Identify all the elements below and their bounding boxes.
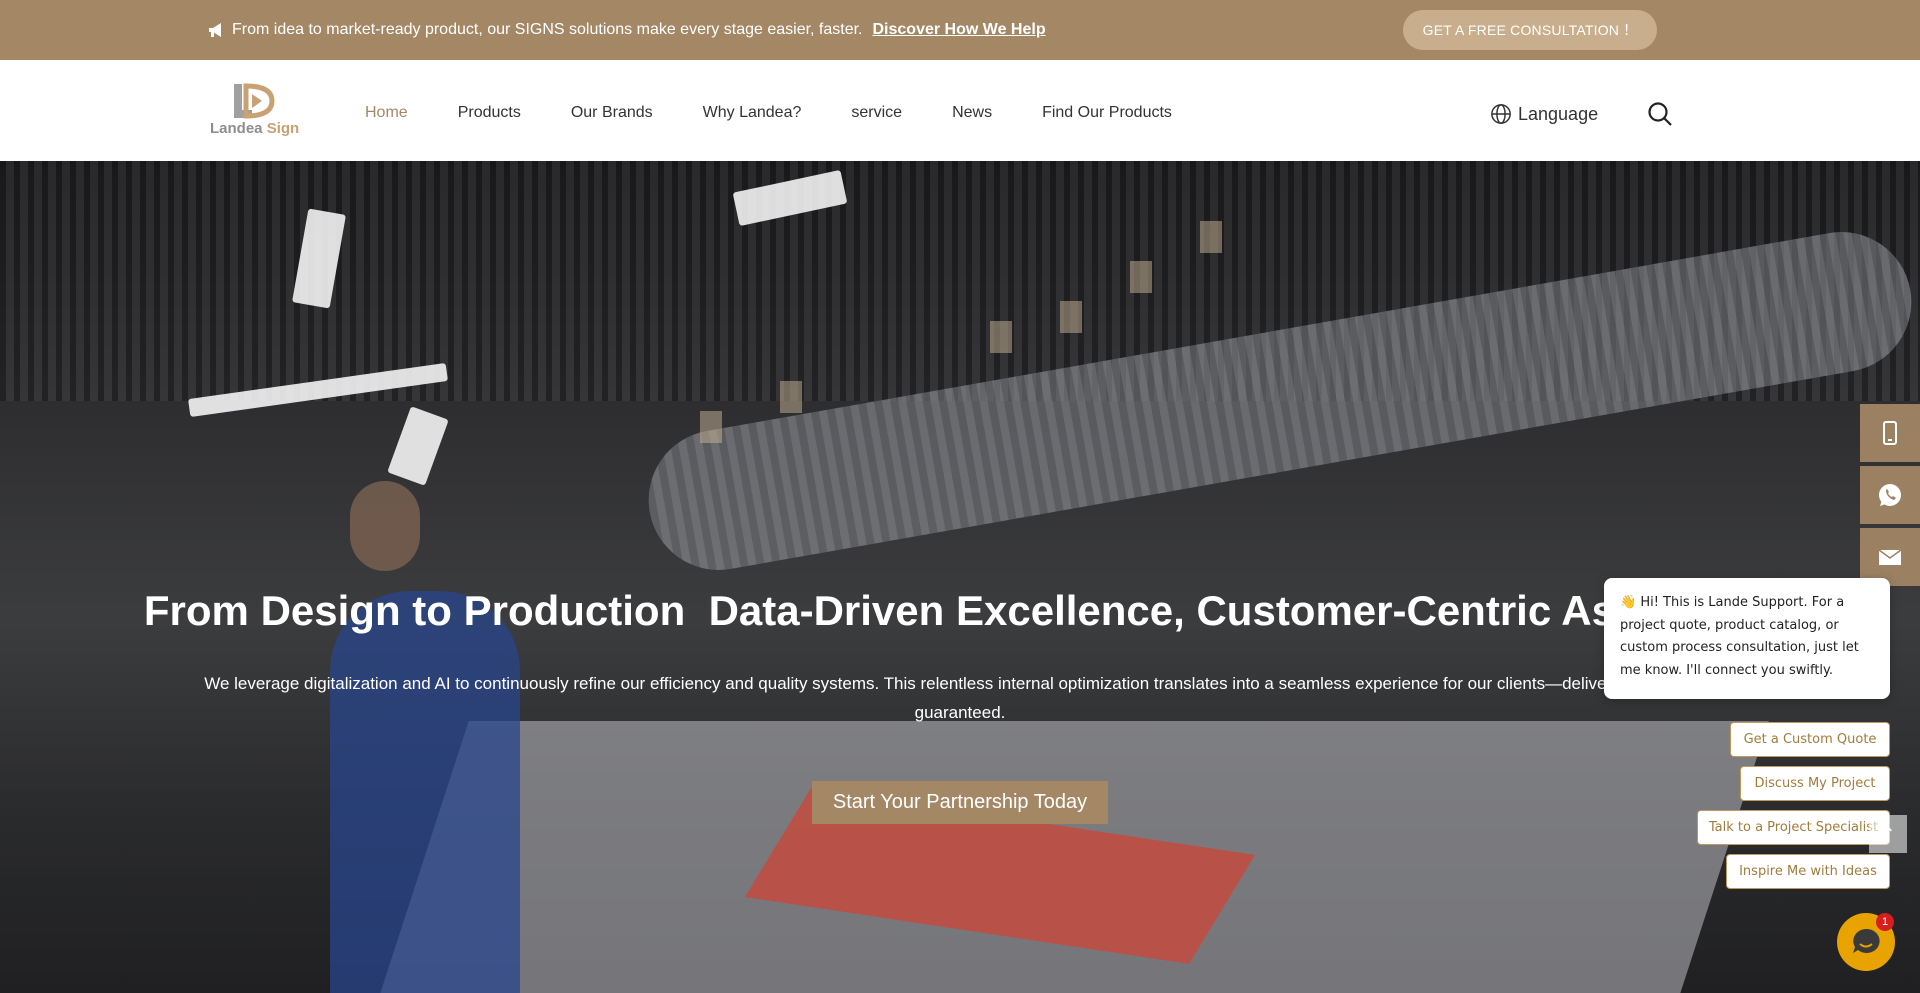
nav-item-home[interactable]: Home bbox=[365, 104, 408, 122]
chat-icon bbox=[1853, 928, 1880, 953]
logo-mark-icon bbox=[234, 83, 275, 119]
chat-message: 👋 Hi! This is Lande Support. For a proje… bbox=[1604, 578, 1890, 699]
main-nav: Home Products Our Brands Why Landea? ser… bbox=[365, 104, 1222, 122]
chat-option-discuss-project[interactable]: Discuss My Project bbox=[1740, 766, 1890, 801]
hero-section: From Design to Production Data-Driven Ex… bbox=[0, 161, 1920, 993]
contact-strip bbox=[1860, 404, 1920, 590]
email-icon bbox=[1878, 549, 1902, 565]
whatsapp-button[interactable] bbox=[1860, 466, 1920, 524]
start-partnership-button[interactable]: Start Your Partnership Today bbox=[812, 781, 1108, 824]
nav-item-find-products[interactable]: Find Our Products bbox=[1042, 104, 1172, 122]
hero-subtitle: We leverage digitalization and AI to con… bbox=[204, 674, 1716, 722]
free-consultation-button[interactable]: GET A FREE CONSULTATION ！ bbox=[1403, 10, 1657, 50]
megaphone-icon bbox=[209, 23, 221, 37]
chevron-up-icon: ⌃ bbox=[1880, 823, 1896, 844]
phone-button[interactable] bbox=[1860, 404, 1920, 462]
chat-option-project-specialist[interactable]: Talk to a Project Specialist bbox=[1697, 810, 1890, 845]
nav-item-why-landea[interactable]: Why Landea? bbox=[703, 104, 802, 122]
announcement: From idea to market-ready product, our S… bbox=[208, 21, 1046, 39]
chat-notification-badge: 1 bbox=[1876, 913, 1894, 931]
announcement-bar: From idea to market-ready product, our S… bbox=[0, 0, 1920, 60]
nav-item-service[interactable]: service bbox=[851, 104, 902, 122]
discover-link[interactable]: Discover How We Help bbox=[873, 21, 1046, 39]
whatsapp-icon bbox=[1879, 484, 1901, 506]
back-to-top-button[interactable]: ⌃ bbox=[1869, 815, 1907, 853]
site-header: Landea Sign Home Products Our Brands Why… bbox=[0, 60, 1920, 161]
nav-item-products[interactable]: Products bbox=[458, 104, 521, 122]
search-icon[interactable] bbox=[1647, 101, 1673, 127]
chat-option-inspire-ideas[interactable]: Inspire Me with Ideas bbox=[1726, 854, 1890, 889]
globe-icon bbox=[1491, 104, 1511, 124]
announcement-text: From idea to market-ready product, our S… bbox=[232, 21, 863, 38]
logo-word: Landea bbox=[210, 120, 263, 137]
language-label: Language bbox=[1518, 103, 1599, 124]
nav-item-news[interactable]: News bbox=[952, 104, 992, 122]
nav-item-our-brands[interactable]: Our Brands bbox=[571, 104, 653, 122]
logo[interactable]: Landea Sign bbox=[208, 82, 303, 140]
phone-icon bbox=[1883, 421, 1897, 445]
chat-option-custom-quote[interactable]: Get a Custom Quote bbox=[1730, 722, 1890, 757]
logo-sign: Sign bbox=[266, 120, 300, 137]
language-selector[interactable]: Language bbox=[1490, 103, 1598, 125]
logo-text: Landea Sign bbox=[210, 120, 299, 137]
